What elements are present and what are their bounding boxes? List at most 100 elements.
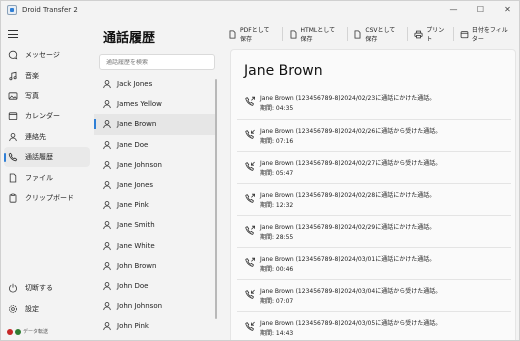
clipboard-icon: [8, 193, 18, 203]
person-icon: [102, 200, 112, 210]
app-logo-icon: [7, 4, 17, 15]
call-description: Jane Brown (123456789-8)2024/02/23に通話にかけ…: [260, 95, 436, 102]
call-entry[interactable]: Jane Brown (123456789-8)2024/02/27に通話から受…: [237, 151, 511, 183]
contact-item[interactable]: James Yellow: [94, 94, 217, 114]
contact-item[interactable]: Jane Johnson: [94, 155, 217, 175]
person-icon: [102, 220, 112, 230]
contact-item[interactable]: John Brown: [94, 256, 217, 276]
sidebar: メッセージ 音楽 写真 カレンダー 連絡先 通話履歴 ファイル クリップボード …: [1, 18, 93, 340]
call-entry[interactable]: Jane Brown (123456789-8)2024/03/05に通話から受…: [237, 311, 511, 340]
file-icon: [8, 173, 18, 183]
call-entry[interactable]: Jane Brown (123456789-8)2024/02/28に通話にかけ…: [237, 183, 511, 215]
settings-button[interactable]: 設定: [1, 298, 93, 318]
detail-contact-name: Jane Brown: [244, 63, 323, 79]
contact-item[interactable]: Jane Jones: [94, 175, 217, 195]
call-text: Jane Brown (123456789-8)2024/02/26に通話から受…: [260, 127, 441, 146]
sidebar-item-contacts[interactable]: 連絡先: [1, 127, 93, 147]
contact-item[interactable]: Jane Smith: [94, 215, 217, 235]
sidebar-item-label: カレンダー: [25, 112, 60, 121]
contact-item[interactable]: John Johnson: [94, 296, 217, 316]
sidebar-item-messages[interactable]: メッセージ: [1, 45, 93, 65]
contact-item[interactable]: Jane Pink: [94, 195, 217, 215]
outgoing-call-icon: [245, 225, 255, 235]
call-detail-pane: Jane Brown Jane Brown (123456789-8)2024/…: [230, 49, 516, 340]
sidebar-item-label: 音楽: [25, 71, 39, 80]
call-duration: 期間: 14:43: [260, 329, 294, 337]
call-entry[interactable]: Jane Brown (123456789-8)2024/03/01に通話にかけ…: [237, 247, 511, 279]
contact-item[interactable]: Jane White: [94, 236, 217, 256]
printer-icon: [414, 30, 423, 39]
sidebar-item-label: 切断する: [25, 284, 53, 293]
document-icon: [228, 29, 237, 39]
call-entry[interactable]: Jane Brown (123456789-8)2024/02/23に通話にかけ…: [237, 87, 511, 119]
sidebar-item-files[interactable]: ファイル: [1, 167, 93, 187]
sidebar-item-music[interactable]: 音楽: [1, 65, 93, 85]
calendar-icon: [460, 30, 469, 39]
call-duration: 期間: 04:35: [260, 104, 294, 112]
outgoing-call-icon: [245, 96, 255, 106]
document-icon: [353, 29, 362, 39]
contact-name: Jane Johnson: [117, 160, 162, 169]
toolbar: PDFとして保存 HTMLとして保存 CSVとして保存 プリント 日付をフィルタ…: [228, 25, 519, 43]
date-filter-button[interactable]: 日付をフィルター: [460, 25, 511, 43]
sidebar-item-calendar[interactable]: カレンダー: [1, 106, 93, 126]
contact-name: James Yellow: [117, 100, 162, 109]
disconnect-button[interactable]: 切断する: [1, 278, 93, 298]
sidebar-item-clipboard[interactable]: クリップボード: [1, 188, 93, 208]
sidebar-bottom: 切断する 設定: [1, 278, 93, 319]
sidebar-item-call-history[interactable]: 通話履歴: [4, 146, 90, 168]
minimize-button[interactable]: —: [440, 1, 467, 18]
app-title: Droid Transfer 2: [22, 5, 78, 14]
person-icon: [102, 140, 112, 150]
call-entry[interactable]: Jane Brown (123456789-8)2024/02/29に通話にかけ…: [237, 215, 511, 247]
contact-item[interactable]: Jack Jones: [94, 74, 217, 94]
person-icon: [102, 321, 112, 331]
call-entry[interactable]: Jane Brown (123456789-8)2024/03/04に通話から受…: [237, 279, 511, 311]
contact-item[interactable]: John Pink: [94, 316, 217, 336]
photo-icon: [8, 91, 18, 101]
search-box[interactable]: [99, 54, 215, 70]
person-icon: [102, 160, 112, 170]
call-duration: 期間: 28:55: [260, 233, 294, 241]
save-html-button[interactable]: HTMLとして保存: [289, 25, 339, 43]
call-text: Jane Brown (123456789-8)2024/02/27に通話から受…: [260, 159, 441, 178]
call-description: Jane Brown (123456789-8)2024/02/29に通話にかけ…: [260, 224, 436, 231]
call-description: Jane Brown (123456789-8)2024/03/05に通話から受…: [260, 320, 442, 327]
call-entry[interactable]: Jane Brown (123456789-8)2024/02/26に通話から受…: [237, 119, 511, 151]
person-icon: [102, 261, 112, 271]
call-text: Jane Brown (123456789-8)2024/02/23に通話にかけ…: [260, 94, 435, 113]
save-csv-label: CSVとして保存: [365, 27, 396, 43]
save-pdf-button[interactable]: PDFとして保存: [228, 25, 274, 43]
hamburger-menu-icon[interactable]: [8, 30, 18, 38]
call-duration: 期間: 12:32: [260, 201, 294, 209]
sidebar-item-photos[interactable]: 写真: [1, 86, 93, 106]
status-label: データ転送: [23, 329, 49, 335]
sidebar-item-label: クリップボード: [25, 193, 74, 202]
settings-icon: [8, 304, 18, 314]
connection-status: データ転送: [7, 328, 48, 335]
page-title: 通話履歴: [103, 31, 156, 46]
toolbar-divider: [346, 27, 348, 41]
save-csv-button[interactable]: CSVとして保存: [353, 25, 399, 43]
close-button[interactable]: ✕: [494, 1, 519, 18]
contacts-icon: [8, 132, 18, 142]
maximize-button[interactable]: ☐: [467, 1, 494, 18]
contact-item[interactable]: Jane Doe: [94, 135, 217, 155]
contact-item-selected[interactable]: Jane Brown: [94, 114, 217, 135]
contact-name: John Doe: [117, 281, 149, 290]
print-button[interactable]: プリント: [414, 25, 445, 43]
sidebar-item-label: メッセージ: [25, 51, 60, 60]
call-text: Jane Brown (123456789-8)2024/02/28に通話にかけ…: [260, 191, 435, 210]
print-label: プリント: [426, 27, 445, 43]
contact-list-scrollbar[interactable]: [215, 79, 217, 319]
call-text: Jane Brown (123456789-8)2024/02/29に通話にかけ…: [260, 223, 435, 242]
sidebar-item-label: 通話履歴: [25, 153, 53, 162]
contact-name: Jane White: [117, 241, 155, 250]
person-icon: [102, 180, 112, 190]
search-input[interactable]: [106, 58, 214, 66]
contact-name: Jack Jones: [117, 80, 153, 89]
call-description: Jane Brown (123456789-8)2024/03/01に通話にかけ…: [260, 256, 436, 263]
status-red-dot-icon: [7, 328, 13, 335]
contact-item[interactable]: John Doe: [94, 276, 217, 296]
date-filter-label: 日付をフィルター: [471, 27, 508, 43]
